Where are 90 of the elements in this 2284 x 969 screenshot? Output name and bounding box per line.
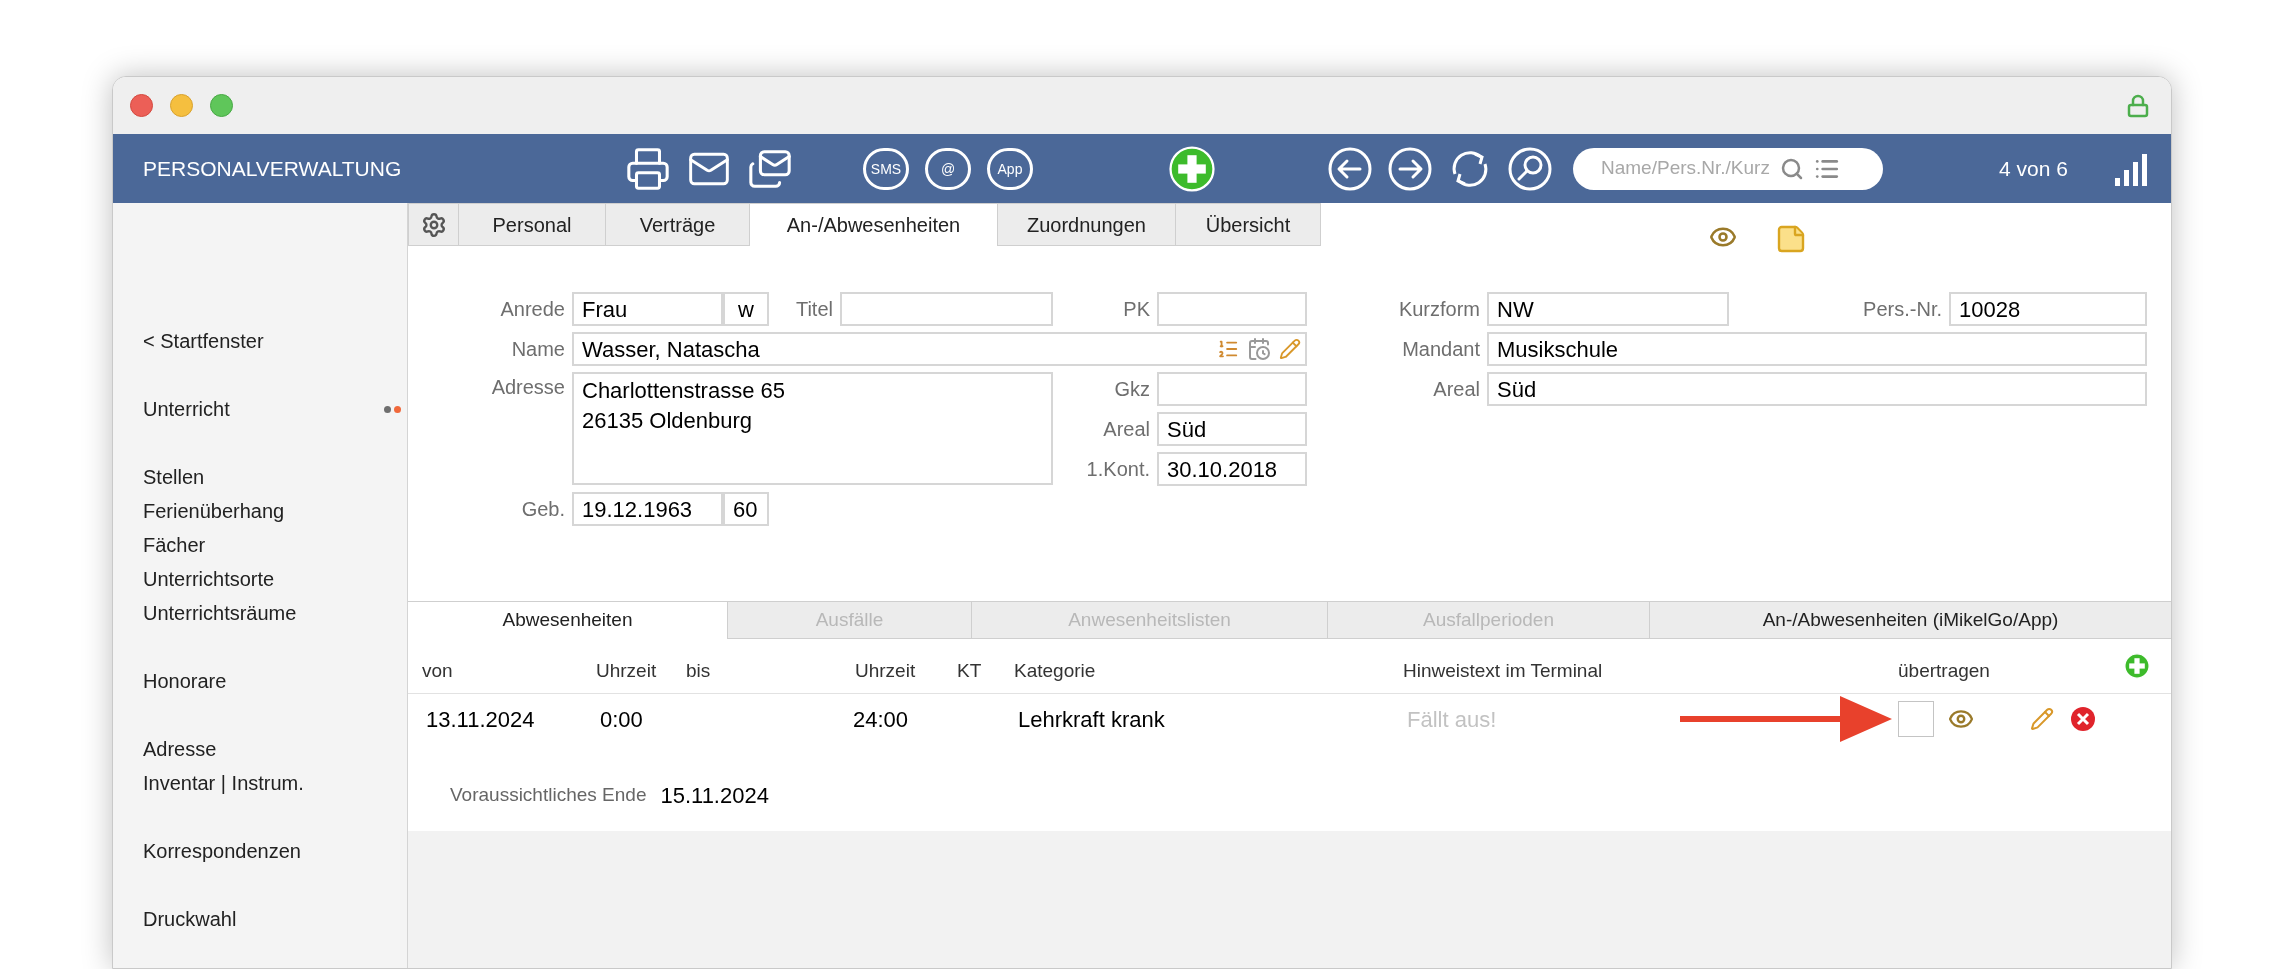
record-position: 4 von 6 [1999, 155, 2068, 182]
address-field[interactable]: Charlottenstrasse 65 26135 Oldenburg [572, 372, 1053, 485]
column-header: Uhrzeit [855, 658, 916, 683]
sidebar-item[interactable]: Unterricht [143, 394, 230, 424]
field-label: Geb. [521, 497, 565, 522]
column-header: Kategorie [1014, 658, 1096, 683]
table-cell-text: 24:00 [853, 705, 910, 734]
search-icon[interactable] [1779, 156, 1804, 181]
add-record-icon[interactable] [1169, 145, 1215, 192]
speech-bubble-button[interactable]: SMS [863, 147, 909, 190]
column-header: bis [686, 658, 711, 683]
gender-field[interactable]: w [723, 292, 769, 326]
note-icon[interactable] [1775, 223, 1807, 255]
sidebar-item[interactable]: Unterrichtsräume [143, 598, 297, 628]
record-tab[interactable]: Verträge [606, 203, 750, 246]
transferred-checkbox[interactable] [1898, 701, 1934, 737]
first-contact-field[interactable]: 30.10.2018 [1157, 452, 1307, 486]
record-tab[interactable]: Zuordnungen [998, 203, 1176, 246]
absence-tab[interactable]: An-/Abwesenheiten (iMikelGo/App) [1650, 602, 2171, 639]
sidebar-item[interactable]: Inventar | Instrum. [143, 768, 304, 798]
calendar-clock-icon[interactable] [1247, 337, 1271, 361]
client-field[interactable]: Musikschule [1487, 332, 2147, 366]
column-header: Hinweistext im Terminal [1403, 658, 1603, 683]
field-label: Titel [795, 297, 833, 322]
search-icon[interactable] [1507, 145, 1553, 192]
sidebar-item[interactable]: Druckwahl [143, 904, 237, 934]
record-tab[interactable]: Personal [459, 203, 606, 246]
field-label: Kurzform [1398, 297, 1480, 322]
record-tab[interactable]: Übersicht [1176, 203, 1321, 246]
sidebar-item[interactable]: Stellen [143, 462, 205, 492]
sidebar-item[interactable]: Ferienüberhang [143, 496, 285, 526]
gkz-field[interactable] [1157, 372, 1307, 406]
sidebar-item[interactable]: Unterrichtsorte [143, 564, 275, 594]
field-label: Gkz [1114, 377, 1150, 402]
table-cell-text: 13.11.2024 [426, 705, 536, 734]
add-absence-icon[interactable] [2124, 653, 2150, 679]
print-icon[interactable] [625, 145, 671, 192]
sidebar-item[interactable]: Fächer [143, 530, 206, 560]
field-label: 1.Kont. [1086, 457, 1150, 482]
sidebar-item[interactable]: < Startfenster [143, 326, 264, 356]
table-cell-text: Lehrkraft krank [1018, 705, 1166, 734]
expected-end-label: Voraussichtliches Ende [450, 782, 647, 807]
pencil-icon[interactable] [2030, 707, 2054, 731]
table-cell-text: Fällt aus! [1407, 705, 1497, 734]
area-field[interactable]: Süd [1487, 372, 2147, 406]
settings-tab[interactable] [408, 203, 459, 246]
zoom-button[interactable] [210, 94, 233, 117]
field-label: Pers.-Nr. [1863, 297, 1942, 322]
sidebar-item[interactable]: Korrespondenzen [143, 836, 301, 866]
title-field[interactable] [840, 292, 1053, 326]
record-tab[interactable]: An-/Abwesenheiten [750, 203, 998, 246]
pk-field[interactable] [1157, 292, 1307, 326]
field-label: Name [511, 337, 565, 362]
pencil-icon[interactable] [1279, 338, 1301, 360]
field-label: Anrede [500, 297, 565, 322]
indicator-dots [384, 405, 401, 413]
column-header: übertragen [1898, 658, 1990, 683]
speech-bubble-button[interactable]: @ [925, 147, 971, 190]
name-field[interactable]: Wasser, Natascha [572, 332, 1307, 366]
field-label: Areal [1433, 377, 1480, 402]
list-icon[interactable] [1217, 338, 1239, 360]
column-header: KT [957, 658, 982, 683]
gear-icon[interactable] [420, 211, 447, 238]
back-icon[interactable] [1327, 145, 1373, 192]
sidebar-item[interactable]: Honorare [143, 666, 227, 696]
name-value: Wasser, Natascha [582, 335, 761, 364]
short-form-field[interactable]: NW [1487, 292, 1729, 326]
field-label: PK [1123, 297, 1150, 322]
expected-end-value: 15.11.2024 [660, 781, 769, 810]
field-label: Mandant [1402, 337, 1480, 362]
field-label: Areal [1103, 417, 1150, 442]
area-field[interactable]: Süd [1157, 412, 1307, 446]
field-label: Adresse [491, 375, 565, 400]
delete-icon[interactable] [2070, 706, 2096, 732]
salutation-field[interactable]: Frau [572, 292, 723, 326]
lock-icon [2126, 93, 2150, 118]
column-header: Uhrzeit [596, 658, 657, 683]
staff-number-field[interactable]: 10028 [1949, 292, 2147, 326]
forward-icon[interactable] [1387, 145, 1433, 192]
column-header: von [422, 658, 453, 683]
app-title: PERSONALVERWALTUNG [143, 155, 403, 182]
speech-bubble-button[interactable]: App [987, 147, 1033, 190]
signal-icon [2115, 151, 2147, 186]
search-placeholder: Name/Pers.Nr./Kurz [1601, 156, 1770, 181]
minimize-button[interactable] [170, 94, 193, 117]
sidebar-item[interactable]: Adresse [143, 734, 217, 764]
birthdate-field[interactable]: 19.12.1963 [572, 492, 723, 526]
table-cell-text: 0:00 [600, 705, 644, 734]
close-button[interactable] [130, 94, 153, 117]
age-field[interactable]: 60 [723, 492, 769, 526]
